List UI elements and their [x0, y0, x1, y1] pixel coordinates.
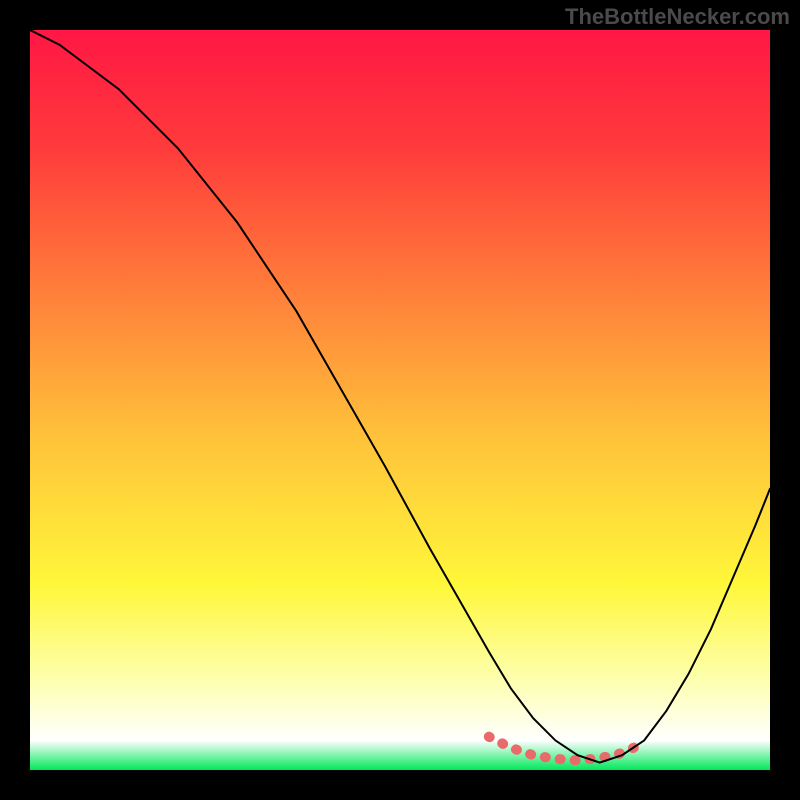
chart-svg: [30, 30, 770, 770]
chart-container: TheBottleNecker.com: [0, 0, 800, 800]
gradient-background: [30, 30, 770, 770]
watermark-text: TheBottleNecker.com: [565, 4, 790, 30]
plot-area: [30, 30, 770, 770]
